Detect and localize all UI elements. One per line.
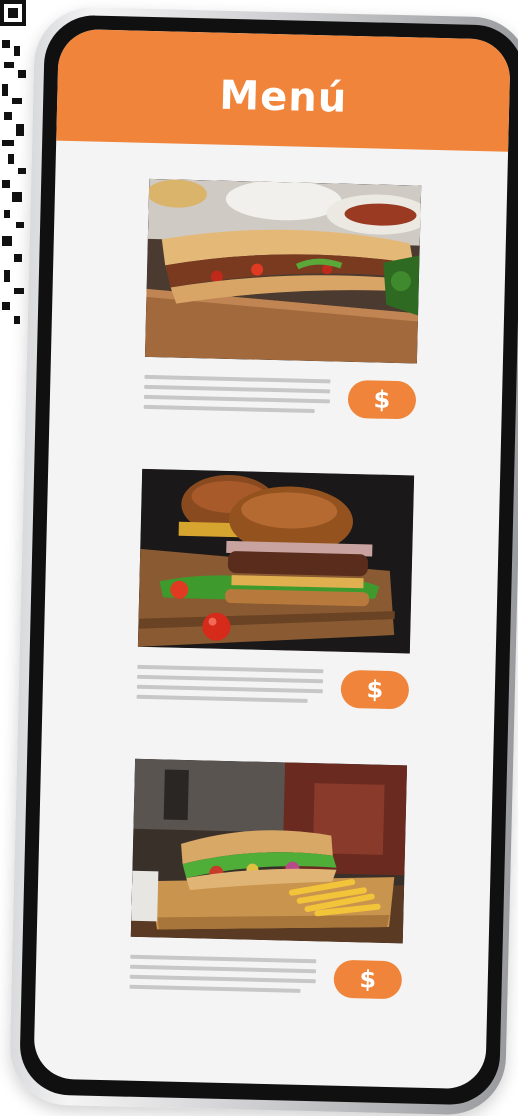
text-line bbox=[130, 954, 317, 964]
sub-sandwich-fries-photo-icon bbox=[130, 758, 408, 944]
price-button[interactable]: $ bbox=[333, 959, 403, 1000]
text-line bbox=[144, 384, 331, 394]
text-line bbox=[143, 394, 330, 404]
text-line bbox=[143, 404, 315, 414]
menu-list: $ $ $ bbox=[128, 178, 422, 1056]
stage: Menú $ $ $ bbox=[0, 0, 518, 1116]
item-description-placeholder bbox=[136, 664, 324, 710]
baguette-sandwich-photo-icon bbox=[144, 178, 422, 364]
price-button[interactable]: $ bbox=[340, 669, 410, 710]
text-line bbox=[129, 964, 317, 974]
text-line bbox=[129, 984, 301, 993]
text-line bbox=[144, 374, 331, 384]
phone-bezel: Menú $ $ $ bbox=[18, 14, 518, 1106]
item-description-placeholder bbox=[129, 954, 317, 1000]
text-line bbox=[137, 664, 324, 674]
menu-header: Menú bbox=[56, 28, 511, 152]
menu-item[interactable]: $ bbox=[135, 468, 415, 766]
burger-photo-icon bbox=[137, 468, 415, 654]
price-button[interactable]: $ bbox=[347, 379, 417, 420]
phone-frame: Menú $ $ $ bbox=[8, 6, 518, 1116]
page-title: Menú bbox=[218, 72, 348, 122]
menu-item[interactable]: $ bbox=[142, 178, 422, 476]
text-line bbox=[136, 684, 323, 694]
text-line bbox=[129, 974, 316, 984]
item-description-placeholder bbox=[143, 374, 331, 420]
phone-screen: Menú $ $ $ bbox=[33, 28, 511, 1090]
text-line bbox=[136, 694, 308, 703]
text-line bbox=[137, 674, 324, 684]
menu-item[interactable]: $ bbox=[128, 758, 408, 1056]
